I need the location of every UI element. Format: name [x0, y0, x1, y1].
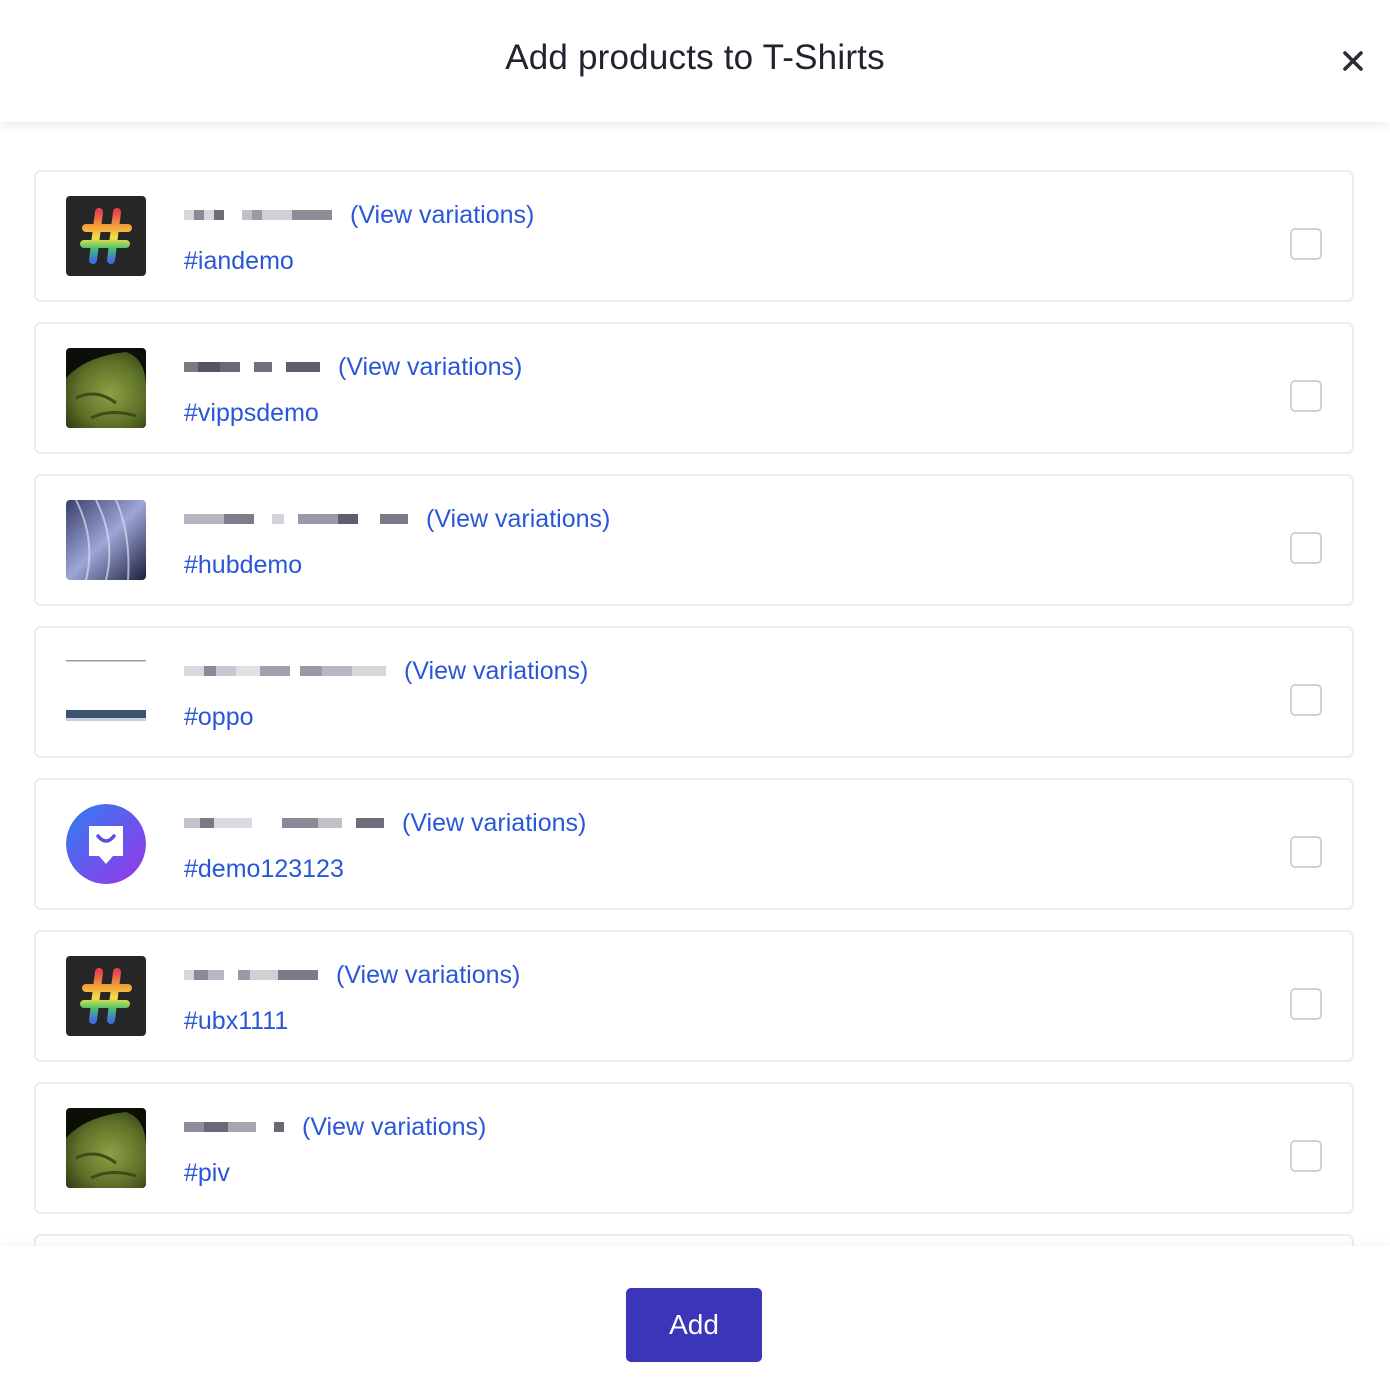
view-variations-link[interactable]: (View variations) — [350, 201, 534, 230]
view-variations-link[interactable]: (View variations) — [336, 961, 520, 990]
product-handle: #hubdemo — [184, 551, 303, 579]
hashtag-logo-thumbnail — [66, 956, 146, 1036]
product-list[interactable]: (View variations) #iandemo (View variati… — [34, 170, 1354, 1248]
product-row[interactable]: (View variations) #vippsdemo — [34, 322, 1354, 454]
view-variations-link[interactable]: (View variations) — [302, 1113, 486, 1142]
product-name-blurred — [184, 201, 332, 229]
product-row[interactable]: (View variations) #hubdemo — [34, 474, 1354, 606]
product-checkbox[interactable] — [1290, 532, 1322, 564]
add-button[interactable]: Add — [626, 1288, 762, 1362]
product-row[interactable]: (View variations) #iandemo — [34, 170, 1354, 302]
modal-header: Add products to T-Shirts — [0, 0, 1390, 122]
view-variations-link[interactable]: (View variations) — [404, 657, 588, 686]
product-name-blurred — [184, 505, 408, 533]
blue-hair-texture-thumbnail — [66, 500, 146, 580]
product-name-blurred — [184, 961, 318, 989]
product-handle: #oppo — [184, 703, 254, 731]
green-texture-thumbnail — [66, 348, 146, 428]
product-handle: #iandemo — [184, 247, 294, 275]
product-checkbox[interactable] — [1290, 836, 1322, 868]
product-checkbox[interactable] — [1290, 1140, 1322, 1172]
product-handle: #demo123123 — [184, 855, 344, 883]
product-handle: #ubx1111 — [184, 1007, 289, 1035]
product-row[interactable]: (View variations) #ubx1111 — [34, 930, 1354, 1062]
view-variations-link[interactable]: (View variations) — [338, 353, 522, 382]
product-row[interactable]: (View variations) #demo123123 — [34, 778, 1354, 910]
product-row[interactable]: (View variations) #oppo — [34, 626, 1354, 758]
product-name-blurred — [184, 353, 320, 381]
product-name-blurred — [184, 809, 384, 837]
product-name-blurred — [184, 1113, 284, 1141]
product-checkbox[interactable] — [1290, 228, 1322, 260]
product-handle: #piv — [184, 1159, 230, 1187]
view-variations-link[interactable]: (View variations) — [402, 809, 586, 838]
phone-lines-thumbnail — [66, 652, 146, 732]
product-name-blurred — [184, 657, 386, 685]
product-checkbox[interactable] — [1290, 380, 1322, 412]
product-row[interactable]: (View variations) #piv — [34, 1082, 1354, 1214]
close-icon[interactable] — [1336, 44, 1370, 78]
shopping-bag-icon — [66, 804, 146, 884]
product-handle: #vippsdemo — [184, 399, 319, 427]
modal-footer: Add — [0, 1246, 1390, 1398]
green-texture-thumbnail — [66, 1108, 146, 1188]
product-checkbox[interactable] — [1290, 988, 1322, 1020]
product-checkbox[interactable] — [1290, 684, 1322, 716]
view-variations-link[interactable]: (View variations) — [426, 505, 610, 534]
hashtag-logo-thumbnail — [66, 196, 146, 276]
modal-title: Add products to T-Shirts — [505, 38, 885, 77]
